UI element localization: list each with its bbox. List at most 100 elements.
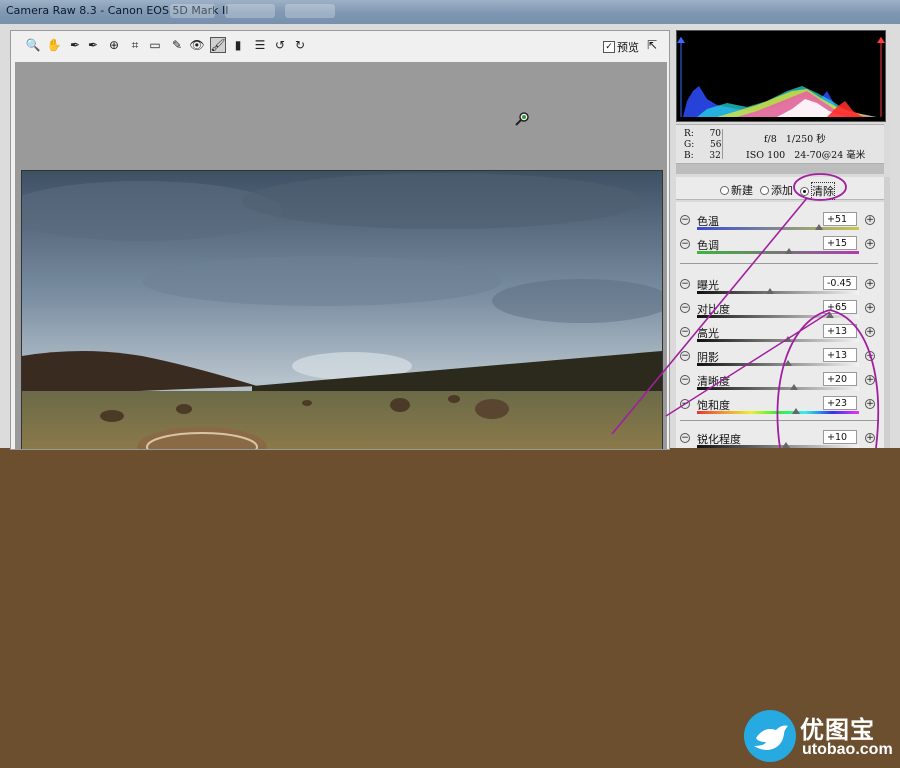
clarity-track[interactable] — [697, 387, 859, 390]
image-canvas[interactable] — [15, 62, 667, 449]
slider-shadows: − 阴影 +13 + — [676, 346, 884, 370]
g-value: 56 — [709, 140, 722, 150]
toolbar: 🔍 ✋ ✒ ✒ ⊕ ⌗ ▭ ✎ 👁 🖌 ▮ ☰ ↺ ↻ — [17, 31, 667, 59]
taskbar-blur — [225, 4, 275, 18]
landscape-photo — [22, 171, 662, 449]
mode-erase[interactable]: 清除 — [800, 182, 835, 200]
spot-removal-tool-icon[interactable]: ✎ — [169, 37, 185, 53]
clarity-thumb[interactable] — [790, 384, 799, 390]
decrease-clarity-icon[interactable]: − — [680, 375, 690, 385]
right-panel: R: 70 G: 56 B: 32 f/8 1/250 秒 ISO 100 24… — [670, 30, 890, 448]
slider-exposure: − 曝光 -0.45 + — [676, 274, 884, 298]
mode-new[interactable]: 新建 — [720, 182, 753, 198]
section-divider — [680, 263, 878, 264]
clarity-value-field[interactable]: +20 — [823, 372, 857, 386]
highlights-thumb[interactable] — [783, 336, 792, 342]
targeted-adjustment-tool-icon[interactable]: ⊕ — [106, 37, 122, 53]
increase-temperature-icon[interactable]: + — [865, 215, 875, 225]
contrast-track[interactable] — [697, 315, 859, 318]
red-eye-removal-tool-icon[interactable]: 👁 — [189, 37, 205, 53]
crop-tool-icon[interactable]: ⌗ — [127, 37, 143, 53]
tint-thumb[interactable] — [785, 248, 794, 254]
rotate-ccw-icon[interactable]: ↺ — [272, 37, 288, 53]
saturation-track[interactable] — [697, 411, 859, 414]
slider-highlights: − 高光 +13 + — [676, 322, 884, 346]
panel-tabs[interactable] — [676, 164, 884, 174]
photo-preview[interactable] — [21, 170, 663, 449]
shadows-track[interactable] — [697, 363, 859, 366]
bird-logo-icon — [744, 710, 796, 762]
shadows-value-field[interactable]: +13 — [823, 348, 857, 362]
sharpness-track[interactable] — [697, 445, 859, 448]
decrease-exposure-icon[interactable]: − — [680, 279, 690, 289]
sharpness-value-field[interactable]: +10 — [823, 430, 857, 444]
hand-tool-icon[interactable]: ✋ — [46, 37, 62, 53]
decrease-sharpness-icon[interactable]: − — [680, 433, 690, 443]
brush-mode-bar: 新建 添加 清除 — [676, 177, 884, 200]
b-label: B: — [684, 151, 694, 161]
increase-sharpness-icon[interactable]: + — [865, 433, 875, 443]
aperture: f/8 — [764, 134, 777, 145]
sharpness-thumb[interactable] — [782, 442, 791, 448]
straighten-tool-icon[interactable]: ▭ — [147, 37, 163, 53]
increase-saturation-icon[interactable]: + — [865, 399, 875, 409]
decrease-highlights-icon[interactable]: − — [680, 327, 690, 337]
mode-new-label: 新建 — [731, 184, 753, 197]
tint-track[interactable] — [697, 251, 859, 254]
adjustment-sliders: − 色温 +51 + − 色调 +15 + − 曝光 -0.45 + − 对比度 +65 + − 高光 +13 + − 阴… — [676, 202, 884, 448]
white-balance-tool-icon[interactable]: ✒ — [67, 37, 83, 53]
image-area: 🔍 ✋ ✒ ✒ ⊕ ⌗ ▭ ✎ 👁 🖌 ▮ ☰ ↺ ↻ ✓ 预览 ⇱ — [10, 30, 670, 450]
mode-add[interactable]: 添加 — [760, 182, 793, 198]
increase-highlights-icon[interactable]: + — [865, 327, 875, 337]
shadows-thumb[interactable] — [783, 360, 792, 366]
slider-contrast: − 对比度 +65 + — [676, 298, 884, 322]
rotate-cw-icon[interactable]: ↻ — [292, 37, 308, 53]
exposure-track[interactable] — [697, 291, 859, 294]
decrease-temperature-icon[interactable]: − — [680, 215, 690, 225]
radio-add[interactable] — [760, 185, 769, 195]
radio-erase[interactable] — [800, 186, 809, 196]
zoom-tool-icon[interactable]: 🔍 — [25, 37, 41, 53]
saturation-value-field[interactable]: +23 — [823, 396, 857, 410]
contrast-thumb[interactable] — [825, 312, 834, 318]
taskbar-blur — [170, 4, 215, 18]
decrease-saturation-icon[interactable]: − — [680, 399, 690, 409]
fullscreen-icon[interactable]: ⇱ — [647, 38, 663, 52]
decrease-contrast-icon[interactable]: − — [680, 303, 690, 313]
increase-tint-icon[interactable]: + — [865, 239, 875, 249]
preview-checkbox[interactable]: ✓ — [603, 41, 615, 53]
exposure-value-field[interactable]: -0.45 — [823, 276, 857, 290]
temperature-track[interactable] — [697, 227, 859, 230]
adjustment-brush-tool-icon[interactable]: 🖌 — [210, 37, 226, 53]
saturation-thumb[interactable] — [791, 408, 800, 414]
highlights-track[interactable] — [697, 339, 859, 342]
camera-raw-window: 🔍 ✋ ✒ ✒ ⊕ ⌗ ▭ ✎ 👁 🖌 ▮ ☰ ↺ ↻ ✓ 预览 ⇱ R: 70… — [0, 24, 900, 450]
r-label: R: — [684, 129, 694, 139]
zoom-cursor-icon — [515, 112, 529, 126]
decrease-tint-icon[interactable]: − — [680, 239, 690, 249]
increase-shadows-icon[interactable]: + — [865, 351, 875, 361]
preview-toggle[interactable]: ✓ 预览 — [603, 39, 639, 55]
slider-saturation: − 饱和度 +23 + — [676, 394, 884, 418]
increase-exposure-icon[interactable]: + — [865, 279, 875, 289]
radio-new[interactable] — [720, 185, 729, 195]
temperature-value-field[interactable]: +51 — [823, 212, 857, 226]
panel-scrollbar[interactable] — [884, 177, 890, 448]
increase-contrast-icon[interactable]: + — [865, 303, 875, 313]
color-sampler-tool-icon[interactable]: ✒ — [85, 37, 101, 53]
decrease-shadows-icon[interactable]: − — [680, 351, 690, 361]
graduated-filter-tool-icon[interactable]: ▮ — [230, 37, 246, 53]
shutter-speed: 1/250 秒 — [785, 134, 826, 145]
temperature-thumb[interactable] — [814, 224, 823, 230]
preferences-icon[interactable]: ☰ — [252, 37, 268, 53]
exposure-thumb[interactable] — [765, 288, 774, 294]
increase-clarity-icon[interactable]: + — [865, 375, 875, 385]
section-divider — [680, 420, 878, 421]
slider-tint: − 色调 +15 + — [676, 234, 884, 258]
highlights-value-field[interactable]: +13 — [823, 324, 857, 338]
tint-value-field[interactable]: +15 — [823, 236, 857, 250]
lens: 24-70@24 毫米 — [794, 150, 866, 161]
watermark-url: utobao.com — [802, 741, 893, 758]
preview-label: 预览 — [617, 41, 639, 54]
watermark-logo: 优图宝 utobao.com — [742, 708, 898, 766]
